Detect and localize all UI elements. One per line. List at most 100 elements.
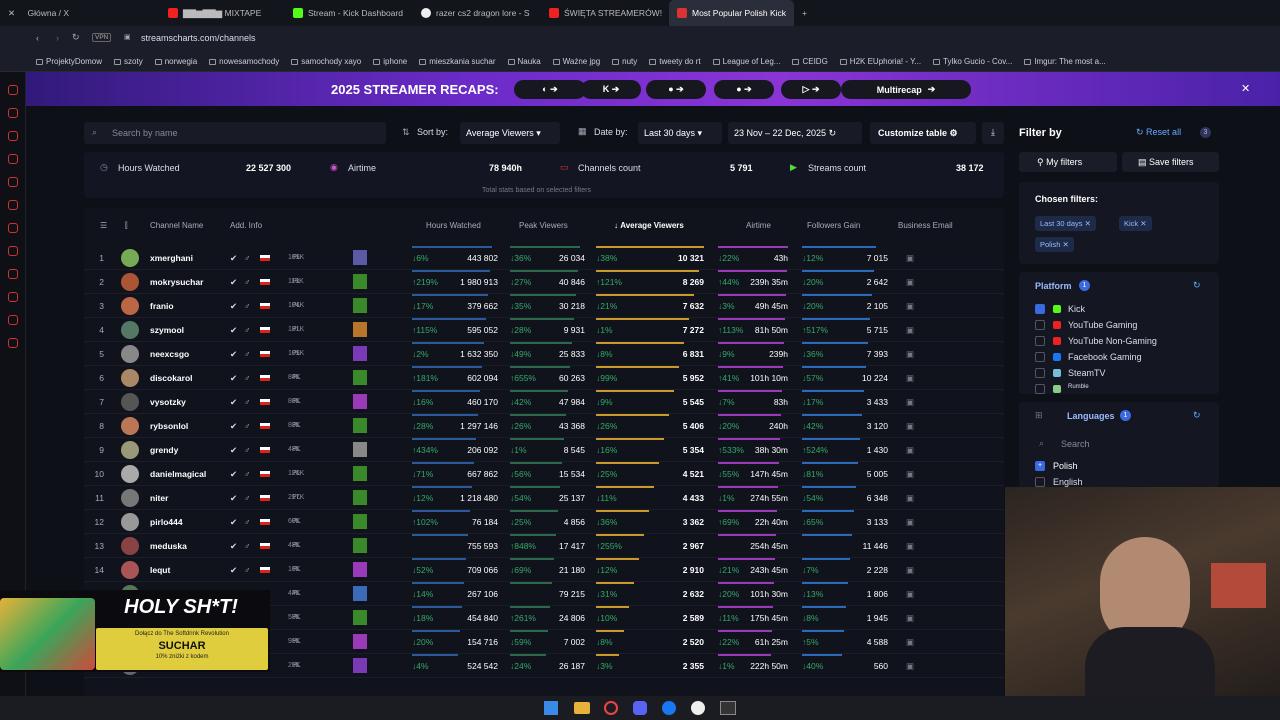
my-filters-button[interactable]: ⚲ My filters xyxy=(1019,152,1117,172)
table-row[interactable]: ✔ ♂ PL ▣ 12 pirlo444 60K ↑102% 76 184 ↓25% 4 856 ↓3… xyxy=(84,510,1004,534)
header-followers[interactable]: Followers Gain xyxy=(807,221,860,230)
game-thumbnail[interactable] xyxy=(353,562,367,577)
sidebar-app-icon[interactable] xyxy=(7,246,18,256)
channel-name[interactable]: vysotzky xyxy=(150,390,186,414)
filter-icon[interactable]: ⫿ xyxy=(125,221,128,231)
date-select[interactable]: Last 30 days ▾ xyxy=(638,122,722,144)
discord-icon[interactable] xyxy=(633,701,647,715)
lock-icon[interactable]: ▣ xyxy=(906,366,914,390)
avatar[interactable] xyxy=(121,513,139,531)
table-row[interactable]: ✔ ♂ PL ▣ 7 vysotzky 86K ↓16% 460 170 ↓42% 47 984 ↓9… xyxy=(84,390,1004,414)
bookmark-item[interactable]: samochody xayo xyxy=(291,57,361,66)
bookmark-item[interactable]: Ważne jpg xyxy=(552,57,600,66)
lock-icon[interactable]: ▣ xyxy=(906,558,914,582)
table-row[interactable]: ✔ ♂ PL ▣ 10 danielmagical 120K ↓71% 667 862 ↓56% 1… xyxy=(84,462,1004,486)
lock-icon[interactable]: ▣ xyxy=(906,510,914,534)
bookmark-item[interactable]: szoty xyxy=(114,57,143,66)
bookmark-item[interactable]: tweety do rt xyxy=(649,57,701,66)
lock-icon[interactable]: ▣ xyxy=(906,486,914,510)
sidebar-app-icon[interactable] xyxy=(7,223,18,233)
table-row[interactable]: ✔ ♂ PL ▣ 2 mokrysuchar 118K ↑219% 1 980 913 ↓27% 4… xyxy=(84,270,1004,294)
list-icon[interactable]: ☰ xyxy=(100,221,107,230)
browser-tab[interactable]: ✕ Główna / X xyxy=(0,0,160,26)
sidebar-app-icon[interactable] xyxy=(7,154,18,164)
table-row[interactable]: ✔ ♂ PL ▣ 4 szymool 181K ↑115% 595 052 ↓28% 9 931 ↓1… xyxy=(84,318,1004,342)
customize-table-button[interactable]: Customize table ⚙ xyxy=(870,122,976,144)
recap-pill[interactable]: K ➔ xyxy=(581,80,641,99)
table-row[interactable]: ✔ ♂ PL ▣ 11 niter 217K ↓12% 1 218 480 ↓54% 25 137 ↓… xyxy=(84,486,1004,510)
channel-name[interactable]: meduska xyxy=(150,534,187,558)
terminal-icon[interactable] xyxy=(720,701,736,715)
back-icon[interactable]: ‹ xyxy=(36,33,39,43)
reset-all-button[interactable]: ↻ Reset all xyxy=(1136,127,1181,138)
sidebar-app-icon[interactable] xyxy=(7,200,18,210)
new-tab-button[interactable]: + xyxy=(794,0,815,26)
sidebar-app-icon[interactable] xyxy=(7,315,18,325)
avatar[interactable] xyxy=(121,249,139,267)
windows-start-icon[interactable] xyxy=(544,701,558,715)
checkbox-checked[interactable]: + xyxy=(1035,461,1045,471)
filter-chip[interactable]: Polish ✕ xyxy=(1035,237,1074,252)
lock-icon[interactable]: ▣ xyxy=(906,534,914,558)
refresh-icon[interactable]: ↻ xyxy=(1193,280,1201,291)
language-search-input[interactable]: Search xyxy=(1061,439,1090,449)
table-row[interactable]: ✔ ♂ PL ▣ 9 grendy 48K ↑434% 206 092 ↓1% 8 545 ↓16% 5… xyxy=(84,438,1004,462)
lock-icon[interactable]: ▣ xyxy=(906,270,914,294)
facebook-icon[interactable] xyxy=(662,701,676,715)
expand-icon[interactable]: ⊞ xyxy=(1035,410,1043,421)
sort-select[interactable]: Average Viewers ▾ xyxy=(460,122,560,144)
platform-item[interactable]: YouTube Gaming xyxy=(1068,320,1137,330)
avatar[interactable] xyxy=(121,321,139,339)
bookmark-item[interactable]: ProjektyDomow xyxy=(36,57,102,66)
avatar[interactable] xyxy=(121,489,139,507)
recap-pill[interactable]: ◐ ➔ xyxy=(514,80,586,99)
table-row[interactable]: ✔ ♂ PL ▣ 13 meduska 48K 755 593 ↑848% 17 417 ↑255%… xyxy=(84,534,1004,558)
browser-tab[interactable]: Stream - Kick Dashboard xyxy=(285,0,413,26)
reload-icon[interactable]: ↻ xyxy=(72,32,80,43)
channel-name[interactable]: szymool xyxy=(150,318,184,342)
lock-icon[interactable]: ▣ xyxy=(906,318,914,342)
save-filters-button[interactable]: ▤ Save filters xyxy=(1122,152,1219,172)
channel-name[interactable]: rybsonlol xyxy=(150,414,188,438)
recap-pill[interactable]: ● ➔ xyxy=(646,80,706,99)
opera-icon[interactable] xyxy=(604,701,618,715)
header-email[interactable]: Business Email xyxy=(898,221,953,230)
game-thumbnail[interactable] xyxy=(353,490,367,505)
sidebar-app-icon[interactable] xyxy=(7,85,18,95)
lock-icon[interactable]: ▣ xyxy=(906,630,914,654)
bookmark-item[interactable]: nuty xyxy=(612,57,637,66)
recap-pill[interactable]: ▷ ➔ xyxy=(781,80,841,99)
platform-title[interactable]: Platform xyxy=(1035,281,1072,291)
bookmark-item[interactable]: norwegia xyxy=(154,57,197,66)
sidebar-app-icon[interactable] xyxy=(7,108,18,118)
lock-icon[interactable]: ▣ xyxy=(906,342,914,366)
lock-icon[interactable]: ▣ xyxy=(906,654,914,678)
platform-item[interactable]: Facebook Gaming xyxy=(1068,352,1142,362)
avatar[interactable] xyxy=(121,393,139,411)
lock-icon[interactable] xyxy=(1035,320,1045,330)
game-thumbnail[interactable] xyxy=(353,418,367,433)
close-icon[interactable]: ✕ xyxy=(1241,82,1250,95)
table-row[interactable]: ✔ ♂ PL ▣ 6 discokarol 84K ↑181% 602 094 ↑655% 60 2… xyxy=(84,366,1004,390)
lock-icon[interactable] xyxy=(1035,384,1045,394)
lock-icon[interactable]: ▣ xyxy=(906,294,914,318)
lock-icon[interactable] xyxy=(1035,368,1045,378)
sidebar-app-icon[interactable] xyxy=(7,269,18,279)
channel-name[interactable]: niter xyxy=(150,486,168,510)
header-info[interactable]: Add. Info xyxy=(230,221,262,230)
bookmark-item[interactable]: Imgur: The most a... xyxy=(1024,57,1106,66)
avatar[interactable] xyxy=(121,297,139,315)
lock-icon[interactable]: ▣ xyxy=(906,462,914,486)
game-thumbnail[interactable] xyxy=(353,442,367,457)
game-thumbnail[interactable] xyxy=(353,514,367,529)
game-thumbnail[interactable] xyxy=(353,634,367,649)
game-thumbnail[interactable] xyxy=(353,610,367,625)
platform-item[interactable]: Rumble xyxy=(1068,384,1089,390)
lock-icon[interactable] xyxy=(1035,352,1045,362)
channel-name[interactable]: danielmagical xyxy=(150,462,206,486)
game-thumbnail[interactable] xyxy=(353,394,367,409)
url-field[interactable]: streamscharts.com/channels xyxy=(141,33,256,43)
platform-item[interactable]: YouTube Non-Gaming xyxy=(1068,336,1157,346)
bookmark-item[interactable]: League of Leg... xyxy=(712,57,780,66)
sidebar-app-icon[interactable] xyxy=(7,338,18,348)
